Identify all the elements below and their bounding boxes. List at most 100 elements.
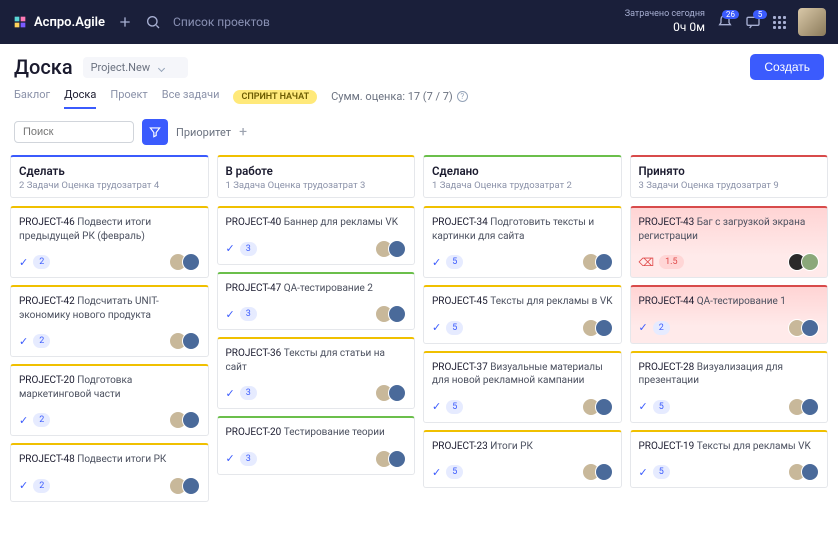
task-title: PROJECT-23 Итоги РК — [432, 440, 613, 454]
assignee-avatars — [582, 463, 613, 481]
user-avatar[interactable] — [798, 8, 826, 36]
avatar[interactable] — [801, 463, 819, 481]
check-icon: ✓ — [432, 400, 441, 413]
task-card[interactable]: PROJECT-42 Подсчитать UNIT-экономику нов… — [10, 285, 209, 357]
app-name: Аспро.Agile — [34, 15, 105, 30]
column-header[interactable]: Сделано1 Задача Оценка трудозатрат 2 — [423, 155, 622, 198]
task-card[interactable]: PROJECT-40 Баннер для рекламы VK ✓ 3 — [217, 206, 416, 265]
kanban-board: Сделать2 Задачи Оценка трудозатрат 4PROJ… — [0, 155, 838, 502]
assignee-avatars — [169, 477, 200, 495]
avatar[interactable] — [388, 450, 406, 468]
add-icon[interactable] — [117, 14, 133, 30]
column-cards: PROJECT-40 Баннер для рекламы VK✓3PROJEC… — [217, 206, 416, 475]
estimate-chip: 3 — [240, 386, 257, 400]
avatar[interactable] — [182, 411, 200, 429]
task-card[interactable]: PROJECT-45 Тексты для рекламы в VK✓5 — [423, 285, 622, 344]
board-column: Принято3 Задачи Оценка трудозатрат 9 PROJ… — [630, 155, 829, 488]
task-card[interactable]: PROJECT-47 QA-тестирование 2✓3 — [217, 272, 416, 331]
app-logo[interactable]: Аспро.Agile — [12, 14, 105, 30]
messages-icon[interactable]: 5 — [745, 14, 761, 30]
tab-all-tasks[interactable]: Все задачи — [162, 84, 220, 109]
time-tracked-block: Затрачено сегодня 0ч 0м — [625, 9, 705, 34]
task-card[interactable]: PROJECT-20 Подготовка маркетинговой част… — [10, 364, 209, 436]
board-column: Сделано1 Задача Оценка трудозатрат 2 PROJ… — [423, 155, 622, 488]
column-header[interactable]: Сделать2 Задачи Оценка трудозатрат 4 — [10, 155, 209, 198]
task-footer: ✓5 — [639, 463, 820, 481]
avatar[interactable] — [182, 332, 200, 350]
apps-grid-icon[interactable] — [773, 16, 786, 29]
avatar[interactable] — [388, 384, 406, 402]
task-card[interactable]: PROJECT-36 Тексты для статьи на сайт✓3 — [217, 337, 416, 409]
avatar[interactable] — [595, 253, 613, 271]
column-header[interactable]: Принято3 Задачи Оценка трудозатрат 9 — [630, 155, 829, 198]
task-footer: ✓3 — [226, 384, 407, 402]
assignee-avatars — [375, 384, 406, 402]
task-title: PROJECT-34 Подготовить тексты и картинки… — [432, 216, 613, 243]
task-card[interactable]: PROJECT-19 Тексты для рекламы VK✓5 — [630, 430, 829, 489]
estimate-chip: 2 — [33, 413, 50, 427]
tab-project[interactable]: Проект — [110, 84, 147, 109]
avatar[interactable] — [388, 305, 406, 323]
estimate-chip: 5 — [446, 465, 463, 479]
column-header[interactable]: В работе1 Задача Оценка трудозатрат 3 — [217, 155, 416, 198]
notifications-icon[interactable]: 26 — [717, 14, 733, 30]
task-card[interactable]: PROJECT-44 QA-тестирование 1✓2 — [630, 285, 829, 344]
tab-board[interactable]: Доска — [64, 84, 96, 109]
project-select[interactable]: Project.New — [83, 57, 188, 78]
tab-backlog[interactable]: Баклог — [14, 84, 50, 109]
task-footer: ✓3 — [226, 450, 407, 468]
assignee-avatars — [375, 240, 406, 258]
avatar[interactable] — [595, 319, 613, 337]
messages-badge: 5 — [753, 10, 767, 19]
check-icon: ✓ — [19, 256, 28, 269]
task-key: PROJECT-48 — [19, 454, 77, 465]
task-card[interactable]: PROJECT-23 Итоги РК✓5 — [423, 430, 622, 489]
add-filter-icon[interactable]: + — [239, 124, 247, 140]
estimate-chip: 2 — [33, 334, 50, 348]
task-card[interactable]: PROJECT-48 Подвести итоги РК✓2 — [10, 443, 209, 502]
estimate-chip: 2 — [653, 321, 670, 335]
sprint-status-chip: СПРИНТ НАЧАТ — [233, 90, 317, 104]
task-card[interactable]: PROJECT-20 Тестирование теории✓3 — [217, 416, 416, 475]
task-card[interactable]: PROJECT-34 Подготовить тексты и картинки… — [423, 206, 622, 278]
assignee-avatars — [375, 305, 406, 323]
task-key: PROJECT-42 — [19, 296, 77, 307]
avatar[interactable] — [388, 240, 406, 258]
avatar[interactable] — [801, 319, 819, 337]
estimate-chip: 3 — [240, 242, 257, 256]
avatar[interactable] — [182, 253, 200, 271]
task-title: PROJECT-40 Баннер для рекламы VK — [226, 216, 407, 230]
avatar[interactable] — [182, 477, 200, 495]
task-card[interactable]: PROJECT-28 Визуализация для презентации✓… — [630, 351, 829, 423]
check-icon: ✓ — [226, 242, 235, 255]
task-card[interactable]: PROJECT-43 Баг с загрузкой экрана регист… — [630, 206, 829, 278]
task-footer: ✓2 — [639, 319, 820, 337]
time-tracked-label: Затрачено сегодня — [625, 9, 705, 20]
search-projects-label[interactable]: Список проектов — [173, 15, 270, 29]
task-title: PROJECT-43 Баг с загрузкой экрана регист… — [639, 216, 820, 243]
search-icon[interactable] — [145, 14, 161, 30]
task-key: PROJECT-23 — [432, 441, 490, 452]
priority-filter-label[interactable]: Приоритет — [176, 126, 231, 139]
task-key: PROJECT-19 — [639, 441, 697, 452]
check-icon: ✓ — [432, 321, 441, 334]
avatar[interactable] — [595, 398, 613, 416]
avatar[interactable] — [595, 463, 613, 481]
task-card[interactable]: PROJECT-37 Визуальные материалы для ново… — [423, 351, 622, 423]
check-icon: ✓ — [432, 256, 441, 269]
topbar: Аспро.Agile Список проектов Затрачено се… — [0, 0, 838, 44]
column-meta: 1 Задача Оценка трудозатрат 3 — [226, 180, 407, 191]
project-select-value: Project.New — [91, 61, 151, 74]
task-card[interactable]: PROJECT-46 Подвести итоги предыдущей РК … — [10, 206, 209, 278]
board-column: Сделать2 Задачи Оценка трудозатрат 4 PROJ… — [10, 155, 209, 502]
avatar[interactable] — [801, 398, 819, 416]
check-icon: ✓ — [19, 414, 28, 427]
task-key: PROJECT-45 — [432, 296, 490, 307]
assignee-avatars — [788, 319, 819, 337]
task-key: PROJECT-43 — [639, 217, 697, 228]
filter-button[interactable] — [142, 119, 168, 145]
create-button[interactable]: Создать — [750, 54, 824, 80]
info-icon[interactable]: ? — [457, 91, 468, 102]
avatar[interactable] — [801, 253, 819, 271]
search-input[interactable] — [14, 121, 134, 143]
